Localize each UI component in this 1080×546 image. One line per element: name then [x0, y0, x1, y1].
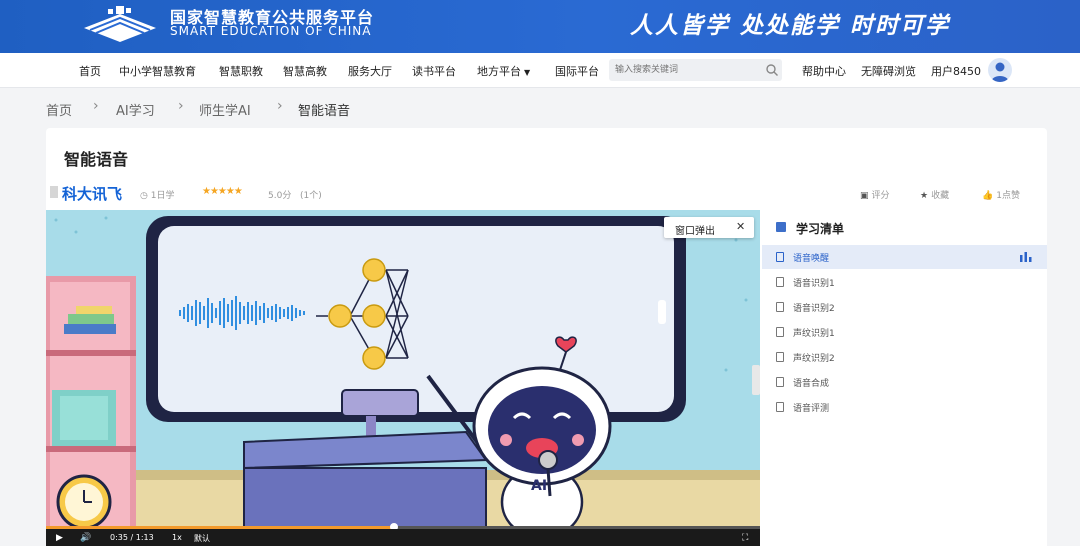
now-playing-icon: [1020, 252, 1032, 262]
lesson-item[interactable]: 语音识别1: [762, 270, 1047, 294]
chevron-down-icon: ▼: [524, 68, 531, 77]
current-time: 0:35: [110, 533, 128, 542]
rate-button[interactable]: ▣ 评分: [860, 188, 890, 201]
time-separator: /: [130, 533, 134, 542]
search-icon[interactable]: [765, 63, 779, 77]
document-icon: [776, 252, 784, 262]
chevron-right-icon: ›: [93, 98, 99, 114]
rating-stars: ★★★★★: [202, 186, 243, 197]
lesson-item[interactable]: 语音唤醒: [762, 245, 1047, 269]
lesson-label: 声纹识别1: [793, 329, 835, 339]
user-icon: [991, 62, 1009, 82]
document-icon: [776, 302, 784, 312]
chevron-right-icon: ›: [277, 98, 283, 114]
lesson-label: 语音合成: [793, 379, 830, 389]
thumbs-up-icon: 👍: [982, 191, 994, 201]
video-player[interactable]: AI: [46, 210, 760, 546]
document-icon: [776, 377, 784, 387]
video-frame-illustration: AI: [46, 210, 760, 546]
favorite-label: 收藏: [931, 191, 950, 201]
sidebar-title: 学习清单: [796, 222, 845, 236]
volume-icon[interactable]: 🔊: [80, 533, 91, 543]
video-side-handle[interactable]: [752, 365, 760, 395]
favorite-button[interactable]: ★ 收藏: [920, 188, 949, 201]
like-label: 1点赞: [996, 191, 1020, 201]
nav-k12[interactable]: 中小学智慧教育: [119, 63, 196, 79]
lesson-label: 语音识别1: [793, 279, 835, 289]
lesson-item[interactable]: 语音识别2: [762, 295, 1047, 319]
nav-international[interactable]: 国际平台: [555, 63, 599, 79]
star-icon: ★: [920, 191, 929, 201]
lesson-label: 声纹识别2: [793, 354, 835, 364]
document-icon: [776, 327, 784, 337]
nav-local-label: 地方平台: [477, 65, 521, 78]
nav-higher-ed[interactable]: 智慧高教: [283, 63, 327, 79]
search-input[interactable]: [615, 62, 765, 78]
lesson-label: 语音唤醒: [793, 254, 830, 264]
avatar[interactable]: [988, 58, 1012, 82]
rating-count: (1个): [300, 191, 322, 201]
lesson-item[interactable]: 语音评测: [762, 395, 1047, 419]
popout-window-button[interactable]: 窗口弹出 ✕: [664, 217, 754, 238]
search-box: [609, 59, 782, 81]
vendor-logo-icon: [50, 186, 58, 198]
rate-label: 评分: [871, 191, 890, 201]
list-icon: [776, 222, 786, 232]
page-title: 智能语音: [64, 150, 129, 169]
comment-icon: ▣: [860, 191, 869, 201]
lesson-label: 语音评测: [793, 404, 830, 414]
slogan: 人人皆学 处处能学 时时可学: [630, 13, 951, 39]
fullscreen-icon[interactable]: ⛶: [742, 533, 748, 543]
play-icon[interactable]: ▶: [56, 533, 63, 543]
quality-button[interactable]: 默认: [194, 533, 210, 544]
lesson-item[interactable]: 声纹识别2: [762, 345, 1047, 369]
duration: 1:13: [135, 533, 154, 542]
document-icon: [776, 352, 784, 362]
popout-label: 窗口弹出: [675, 226, 715, 237]
time-display: 0:35 / 1:13: [110, 533, 154, 542]
close-icon[interactable]: ✕: [736, 220, 745, 233]
lesson-item[interactable]: 语音合成: [762, 370, 1047, 394]
speed-button[interactable]: 1x: [172, 533, 182, 542]
main-nav: 首页 中小学智慧教育 智慧职教 智慧高教 服务大厅 读书平台 地方平台 ▼ 国际平…: [0, 53, 1080, 88]
accessibility-link[interactable]: 无障碍浏览: [861, 63, 916, 79]
site-logo[interactable]: [80, 6, 160, 46]
nav-reading[interactable]: 读书平台: [412, 63, 456, 79]
document-icon: [776, 402, 784, 412]
lesson-label: 语音识别2: [793, 304, 835, 314]
nav-vocational[interactable]: 智慧职教: [219, 63, 263, 79]
chevron-right-icon: ›: [178, 98, 184, 114]
breadcrumb-current: 智能语音: [298, 104, 351, 119]
rating-score: 5.0分: [268, 191, 292, 201]
breadcrumb-home[interactable]: 首页: [46, 100, 72, 119]
top-banner: 国家智慧教育公共服务平台 SMART EDUCATION OF CHINA 人人…: [0, 0, 1080, 53]
learners-count: ◷ 1日学: [140, 188, 174, 201]
vendor-name: 科大讯飞: [62, 185, 123, 203]
clock-icon: ◷: [140, 191, 151, 201]
nav-service-hall[interactable]: 服务大厅: [348, 63, 392, 79]
username[interactable]: 用户8450: [931, 63, 981, 79]
lesson-item[interactable]: 声纹识别1: [762, 320, 1047, 344]
brand-name-en: SMART EDUCATION OF CHINA: [170, 24, 372, 38]
breadcrumb-teacher-ai[interactable]: 师生学AI: [199, 100, 251, 119]
like-button[interactable]: 👍 1点赞: [982, 188, 1020, 201]
breadcrumb-ai-learning[interactable]: AI学习: [116, 100, 155, 119]
document-icon: [776, 277, 784, 287]
nav-home[interactable]: 首页: [79, 63, 101, 79]
robot-chest-text: AI: [531, 478, 547, 494]
nav-local-platform[interactable]: 地方平台 ▼: [477, 63, 530, 79]
help-center-link[interactable]: 帮助中心: [802, 63, 846, 79]
learners-label: 1日学: [150, 191, 175, 201]
